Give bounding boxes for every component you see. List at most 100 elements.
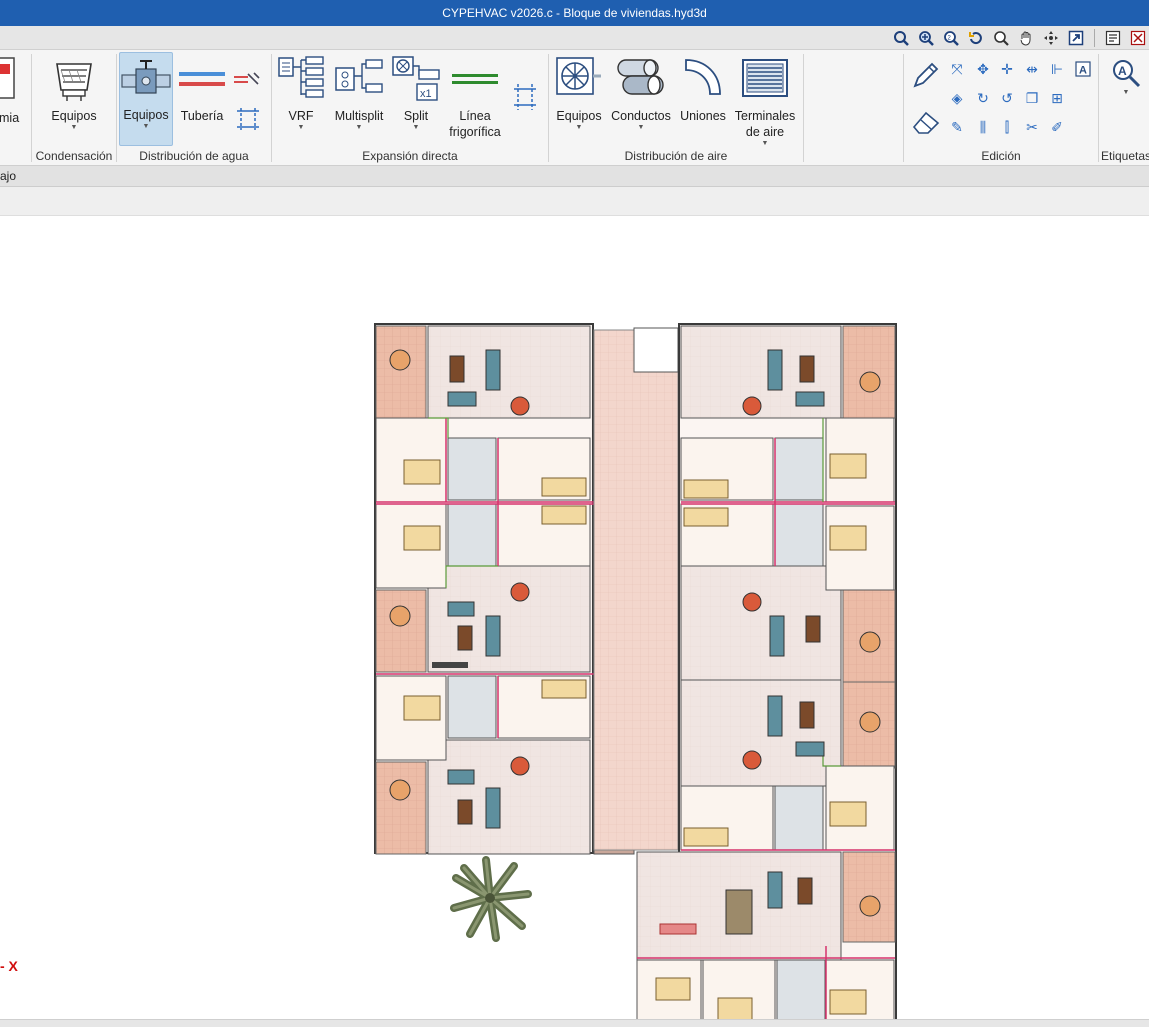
ducts-label: Conductos [611,109,671,123]
eraser-icon[interactable] [909,106,943,138]
cut-icon[interactable]: ✂ [1021,117,1043,137]
palm-tree-icon [450,856,532,942]
group-separator [548,54,549,162]
svg-text:A: A [1118,64,1127,78]
pencil-edit-icon[interactable] [909,58,943,92]
multisplit-icon [335,59,383,93]
condensation-equipment-button[interactable]: Equipos ▼ [40,54,108,144]
dxf-icon[interactable] [1102,28,1124,48]
chevron-down-icon: ▼ [412,124,420,131]
view-toolbar: 2 [0,26,1149,50]
mirror-icon[interactable]: ⫼ [972,117,994,137]
pipe-icon [179,72,225,86]
ribbon: rmia Equipos ▼ Condensación Equipos ▼ T [0,50,1149,166]
refrigerant-line-label: Línea frigorífica [449,109,501,139]
vrf-icon [278,56,324,98]
paint-icon[interactable]: ✐ [1046,117,1068,137]
align-icon[interactable]: ⇹ [1021,59,1043,79]
mirror-copy-icon[interactable]: ⫿ [996,117,1018,137]
dimension-icon[interactable]: ⊩ [1046,59,1068,79]
group-label-expansion-directa: Expansión directa [362,149,458,163]
corridor [593,329,679,851]
group-separator [31,54,32,162]
elevator-shaft [633,327,679,373]
layers-icon[interactable]: ◈ [946,88,968,108]
split-label: Split [403,109,429,123]
water-equipment-label: Equipos [123,108,169,122]
vrf-button[interactable]: VRF ▼ [276,54,326,144]
air-terminals-label: Terminales de aire [734,109,796,139]
zoom-extents-icon[interactable] [915,28,937,48]
window-title-bar: CYPEHVAC v2026.c - Bloque de viviendas.h… [0,0,1149,26]
condensation-equipment-label: Equipos [51,109,97,123]
unions-button[interactable]: Uniones [677,54,729,144]
chevron-down-icon: ▼ [142,123,150,130]
rotate-copy-icon[interactable]: ↺ [996,88,1018,108]
chevron-down-icon: ▼ [761,140,769,147]
chevron-down-icon: ▼ [297,124,305,131]
move-icon[interactable]: ✥ [972,59,994,79]
move-vertex-icon[interactable]: ⤧ [946,59,968,79]
x-axis-label: - X [0,958,18,974]
group-separator [116,54,117,162]
toolbar-separator [1094,29,1095,47]
refrigerant-section-icon[interactable] [510,82,540,112]
pipe-label: Tubería [180,109,224,123]
refrigerant-line-button[interactable]: Línea frigorífica [445,54,505,144]
text-icon[interactable]: A [1072,59,1094,79]
group-separator [903,54,904,162]
svg-text:A: A [1079,65,1087,77]
air-grille-icon [742,59,788,97]
export-view-icon[interactable] [1065,28,1087,48]
group-separator [271,54,272,162]
duct-icon [617,59,664,95]
orbit-icon[interactable] [1040,28,1062,48]
air-equipment-button[interactable]: Equipos ▼ [553,54,605,144]
pipe-section-icon[interactable] [234,106,262,132]
copy-icon[interactable]: ❐ [1021,88,1043,108]
refrigerant-line-icon [452,74,498,84]
termia-label: rmia [0,111,20,125]
drawing-canvas[interactable]: - X [0,216,1149,1019]
array-icon[interactable]: ⊞ [1046,88,1068,108]
termia-button[interactable]: rmia [0,54,28,126]
status-bar [0,1019,1149,1027]
vrf-label: VRF [288,109,314,123]
cooling-tower-icon [56,63,92,101]
elbow-icon [685,59,721,95]
unions-label: Uniones [680,109,726,123]
water-equipment-button[interactable]: Equipos ▼ [119,52,173,146]
settings-icon[interactable] [1127,28,1149,48]
multisplit-label: Multisplit [334,109,384,123]
pipe-button[interactable]: Tubería [176,54,228,144]
split-button[interactable]: x1 Split ▼ [391,54,441,144]
ducts-button[interactable]: Conductos ▼ [609,54,673,144]
svg-text:x1: x1 [420,88,432,100]
pipe-fitting-icon[interactable] [234,70,262,90]
air-equipment-label: Equipos [556,109,602,123]
split-icon: x1 [392,56,440,101]
panel-tab[interactable]: ajo [0,169,16,183]
group-separator [803,54,804,162]
window-title: CYPEHVAC v2026.c - Bloque de viviendas.h… [442,6,707,20]
pump-valve-icon [121,60,171,94]
group-label-condensacion: Condensación [35,149,113,163]
pan-hand-icon[interactable] [1015,28,1037,48]
zoom-previous-icon[interactable]: 2 [940,28,962,48]
equipment-icon [0,57,15,99]
chevron-down-icon: ▼ [575,124,583,131]
panel-tab-bar: ajo [0,166,1149,187]
chevron-down-icon: ▼ [355,124,363,131]
air-terminals-button[interactable]: Terminales de aire ▼ [733,54,797,147]
pick-icon[interactable]: ✎ [946,117,968,137]
group-label-etiquetas: Etiquetas [1101,149,1149,163]
chevron-down-icon: ▼ [1122,88,1130,96]
move-arrows-icon[interactable]: ✛ [996,59,1018,79]
zoom-icon[interactable] [990,28,1012,48]
redraw-icon[interactable] [965,28,987,48]
fan-unit-icon [556,57,601,95]
group-label-distribucion-aire: Distribución de aire [624,149,728,163]
multisplit-button[interactable]: Multisplit ▼ [330,54,388,144]
zoom-window-icon[interactable] [890,28,912,48]
rotate-icon[interactable]: ↻ [972,88,994,108]
